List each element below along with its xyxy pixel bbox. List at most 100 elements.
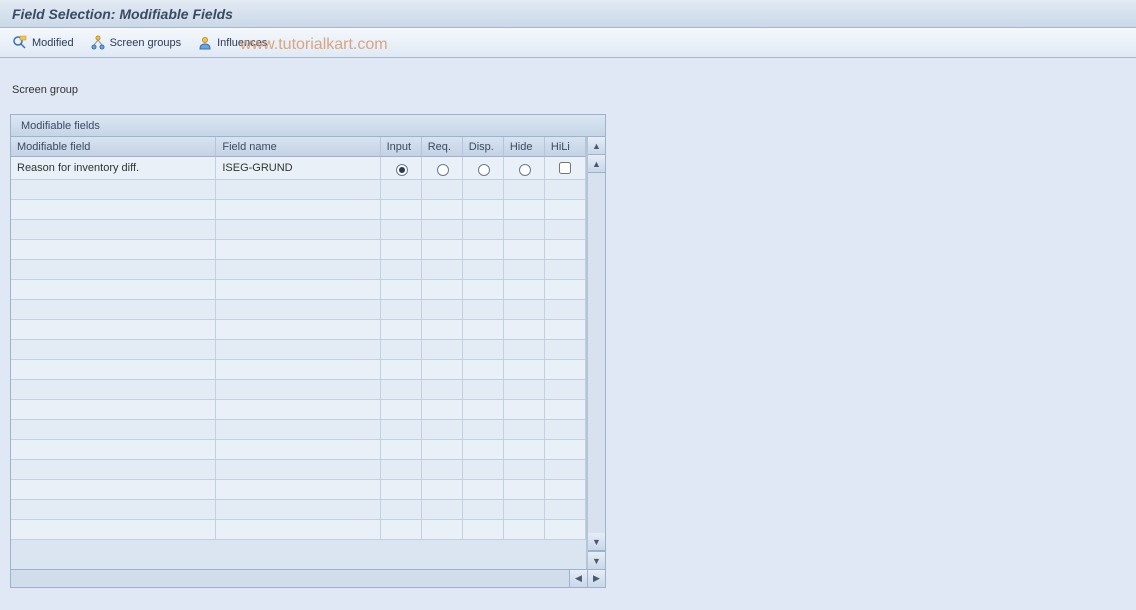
panel-title: Modifiable fields xyxy=(11,115,605,137)
cell-empty xyxy=(422,420,463,440)
cell-empty xyxy=(216,480,380,500)
scroll-track[interactable] xyxy=(588,173,605,533)
cell-empty xyxy=(545,520,586,540)
cell-empty xyxy=(504,460,545,480)
table-row[interactable] xyxy=(11,360,586,380)
table-row[interactable] xyxy=(11,480,586,500)
scroll-down-button-2[interactable]: ▼ xyxy=(588,533,605,551)
table-scroll-area: Modifiable field Field name Input Req. D… xyxy=(11,137,587,569)
cell-empty xyxy=(463,220,504,240)
cell-empty xyxy=(216,500,380,520)
col-hili[interactable]: HiLi xyxy=(545,137,586,157)
col-field-name[interactable]: Field name xyxy=(216,137,380,157)
table-row[interactable] xyxy=(11,400,586,420)
cell-empty xyxy=(11,420,216,440)
scroll-up-button-2[interactable]: ▲ xyxy=(588,155,605,173)
cell-empty xyxy=(504,420,545,440)
scroll-right-button[interactable]: ▶ xyxy=(587,570,605,587)
cell-empty xyxy=(216,460,380,480)
cell-empty xyxy=(422,340,463,360)
cell-empty xyxy=(504,400,545,420)
cell-empty xyxy=(545,300,586,320)
col-input[interactable]: Input xyxy=(381,137,422,157)
cell-empty xyxy=(504,240,545,260)
cell-empty xyxy=(463,480,504,500)
table-row[interactable]: Reason for inventory diff.ISEG-GRUND xyxy=(11,157,586,180)
cell-empty xyxy=(463,260,504,280)
cell-empty xyxy=(216,220,380,240)
cell-empty xyxy=(216,360,380,380)
vertical-scrollbar[interactable]: ▲ ▲ ▼ ▼ xyxy=(587,137,605,569)
table-row[interactable] xyxy=(11,220,586,240)
cell-empty xyxy=(216,320,380,340)
cell-empty xyxy=(545,280,586,300)
modified-button[interactable]: Modified xyxy=(8,33,82,53)
radio-hide[interactable] xyxy=(519,164,531,176)
cell-empty xyxy=(11,200,216,220)
table-row[interactable] xyxy=(11,500,586,520)
cell-empty xyxy=(463,460,504,480)
table-row[interactable] xyxy=(11,420,586,440)
col-req[interactable]: Req. xyxy=(422,137,463,157)
table-row[interactable] xyxy=(11,260,586,280)
table-row[interactable] xyxy=(11,180,586,200)
horizontal-scrollbar[interactable]: ◀ ▶ xyxy=(11,569,605,587)
table-row[interactable] xyxy=(11,460,586,480)
cell-empty xyxy=(216,260,380,280)
table-row[interactable] xyxy=(11,240,586,260)
hierarchy-icon xyxy=(90,35,106,51)
scroll-left-button[interactable]: ◀ xyxy=(569,570,587,587)
screen-group-label: Screen group xyxy=(12,84,1126,96)
cell-empty xyxy=(11,300,216,320)
cell-empty xyxy=(422,200,463,220)
table-row[interactable] xyxy=(11,520,586,540)
table-row[interactable] xyxy=(11,300,586,320)
table-row[interactable] xyxy=(11,320,586,340)
radio-input[interactable] xyxy=(396,164,408,176)
influences-button[interactable]: Influences xyxy=(193,33,275,53)
cell-empty xyxy=(545,320,586,340)
cell-empty xyxy=(463,340,504,360)
cell-empty xyxy=(504,300,545,320)
radio-req[interactable] xyxy=(437,164,449,176)
cell-empty xyxy=(381,520,422,540)
cell-empty xyxy=(545,500,586,520)
person-icon xyxy=(197,35,213,51)
table-row[interactable] xyxy=(11,200,586,220)
table-row[interactable] xyxy=(11,440,586,460)
cell-empty xyxy=(463,420,504,440)
table-row[interactable] xyxy=(11,380,586,400)
radio-disp[interactable] xyxy=(478,164,490,176)
table-row[interactable] xyxy=(11,280,586,300)
cell-empty xyxy=(545,380,586,400)
cell-empty xyxy=(463,400,504,420)
cell-empty xyxy=(216,240,380,260)
cell-empty xyxy=(504,480,545,500)
cell-empty xyxy=(422,180,463,200)
cell-empty xyxy=(463,360,504,380)
cell-empty xyxy=(422,440,463,460)
cell-empty xyxy=(463,500,504,520)
screen-groups-button[interactable]: Screen groups xyxy=(86,33,190,53)
col-disp[interactable]: Disp. xyxy=(463,137,504,157)
table-row[interactable] xyxy=(11,340,586,360)
search-icon xyxy=(12,35,28,51)
scroll-down-button[interactable]: ▼ xyxy=(588,551,605,569)
cell-empty xyxy=(463,200,504,220)
cell-empty xyxy=(381,320,422,340)
cell-empty xyxy=(381,340,422,360)
cell-empty xyxy=(381,180,422,200)
cell-empty xyxy=(381,300,422,320)
body-area: Screen group Modifiable fields Modifiabl… xyxy=(0,58,1136,610)
cell-empty xyxy=(422,280,463,300)
cell-empty xyxy=(11,400,216,420)
col-modifiable-field[interactable]: Modifiable field xyxy=(11,137,216,157)
cell-empty xyxy=(422,300,463,320)
scroll-up-button[interactable]: ▲ xyxy=(588,137,605,155)
cell-empty xyxy=(422,460,463,480)
checkbox-hili[interactable] xyxy=(559,162,571,174)
col-hide[interactable]: Hide xyxy=(504,137,545,157)
toolbar: Modified Screen groups Influences xyxy=(0,28,1136,58)
cell-empty xyxy=(422,220,463,240)
cell-field-name: ISEG-GRUND xyxy=(216,157,380,180)
